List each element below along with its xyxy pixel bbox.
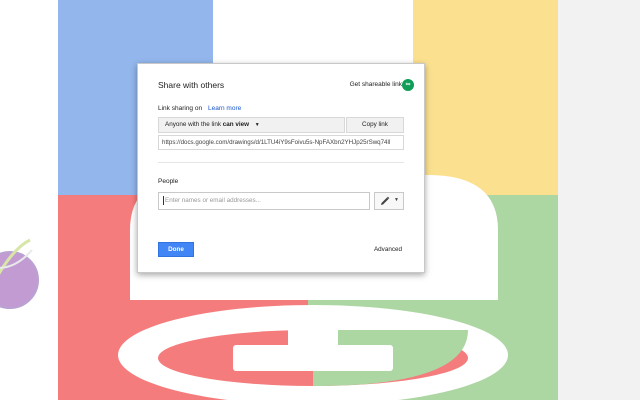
copy-link-button[interactable]: Copy link (346, 117, 404, 133)
chevron-down-icon: ▼ (394, 197, 399, 203)
done-button[interactable]: Done (158, 242, 194, 257)
dialog-title: Share with others (158, 80, 225, 90)
advanced-link[interactable]: Advanced (374, 246, 402, 253)
left-margin (0, 0, 58, 400)
people-input[interactable]: Enter names or email addresses... (158, 192, 370, 210)
share-url-field[interactable]: https://docs.google.com/drawings/d/1LTU4… (158, 135, 404, 150)
text-cursor (163, 195, 164, 205)
link-icon[interactable]: ∞ (402, 79, 414, 91)
people-label: People (158, 178, 179, 185)
chevron-down-icon: ▼ (254, 122, 260, 128)
permission-dropdown-button[interactable]: ▼ (374, 192, 404, 210)
share-dialog: Share with others Get shareable link ∞ L… (137, 63, 425, 273)
divider (158, 162, 404, 163)
people-placeholder: Enter names or email addresses... (165, 197, 261, 204)
globe-logo (0, 238, 39, 309)
right-margin (558, 0, 640, 400)
link-sharing-status: Link sharing on (158, 105, 203, 112)
access-prefix: Anyone with the link (165, 121, 222, 128)
learn-more-link[interactable]: Learn more (208, 105, 241, 112)
access-level: can view (222, 121, 250, 128)
get-shareable-link[interactable]: Get shareable link (350, 81, 402, 88)
link-access-dropdown[interactable]: Anyone with the link can view ▼ (158, 117, 345, 133)
pencil-icon (381, 196, 390, 205)
